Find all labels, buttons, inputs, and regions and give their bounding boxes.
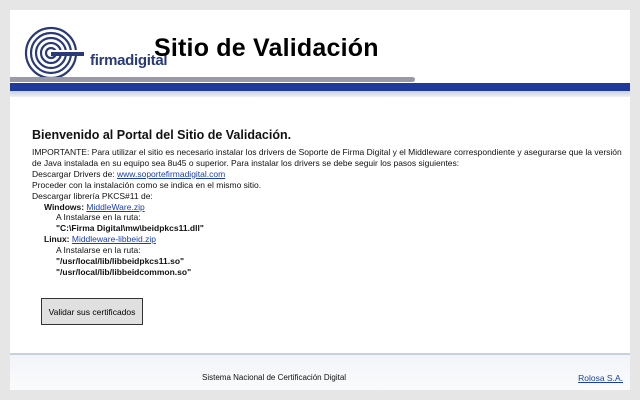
firmadigital-logo: firmadigital [24, 24, 168, 82]
linux-route-label: A Instalarse en la ruta: [56, 245, 141, 256]
drivers-label: Descargar Drivers de: [32, 168, 118, 179]
drivers-link[interactable]: www.soportefirmadigital.com [117, 169, 225, 179]
fingerprint-icon [24, 26, 84, 80]
header-divider-grey [10, 77, 415, 82]
windows-route-label: A Instalarse en la ruta: [56, 212, 141, 223]
linux-path-2: "/usr/local/lib/libbeidcommon.so" [56, 266, 192, 277]
linux-label: Linux: [44, 234, 72, 245]
validate-certificates-button[interactable]: Validar sus certificados [41, 298, 143, 325]
windows-line: Windows: MiddleWare.zip [32, 202, 622, 213]
site-header: firmadigital Sitio de Validación [10, 10, 630, 97]
windows-path: "C:\Firma Digital\mw\beidpkcs11.dll" [56, 223, 204, 234]
linux-path-1: "/usr/local/lib/libbeidpkcs11.so" [56, 256, 185, 267]
header-divider-blue [10, 83, 630, 91]
footer-company-link[interactable]: Rolosa S.A. [578, 373, 623, 383]
welcome-heading: Bienvenido al Portal del Sitio de Valida… [32, 128, 292, 142]
important-notice: IMPORTANTE: Para utilizar el sitio es ne… [32, 147, 622, 168]
pkcs-label: Descargar librería PKCS#11 de: [32, 190, 153, 201]
linux-line: Linux: Middleware-libbeid.zip [32, 234, 622, 245]
windows-label: Windows: [44, 201, 87, 212]
footer-org-text: Sistema Nacional de Certificación Digita… [202, 373, 347, 382]
page-frame: firmadigital Sitio de Validación Bienven… [10, 10, 630, 390]
header-divider-shadow [10, 91, 630, 97]
windows-download-link[interactable]: MiddleWare.zip [86, 202, 144, 212]
linux-download-link[interactable]: Middleware-libbeid.zip [72, 234, 156, 244]
main-content: Bienvenido al Portal del Sitio de Valida… [32, 128, 622, 278]
site-footer: Sistema Nacional de Certificación Digita… [10, 355, 630, 390]
proceed-text: Proceder con la instalación como se indi… [32, 179, 262, 190]
drivers-line: Descargar Drivers de: www.soportefirmadi… [32, 169, 622, 180]
page-title: Sitio de Validación [154, 34, 379, 62]
